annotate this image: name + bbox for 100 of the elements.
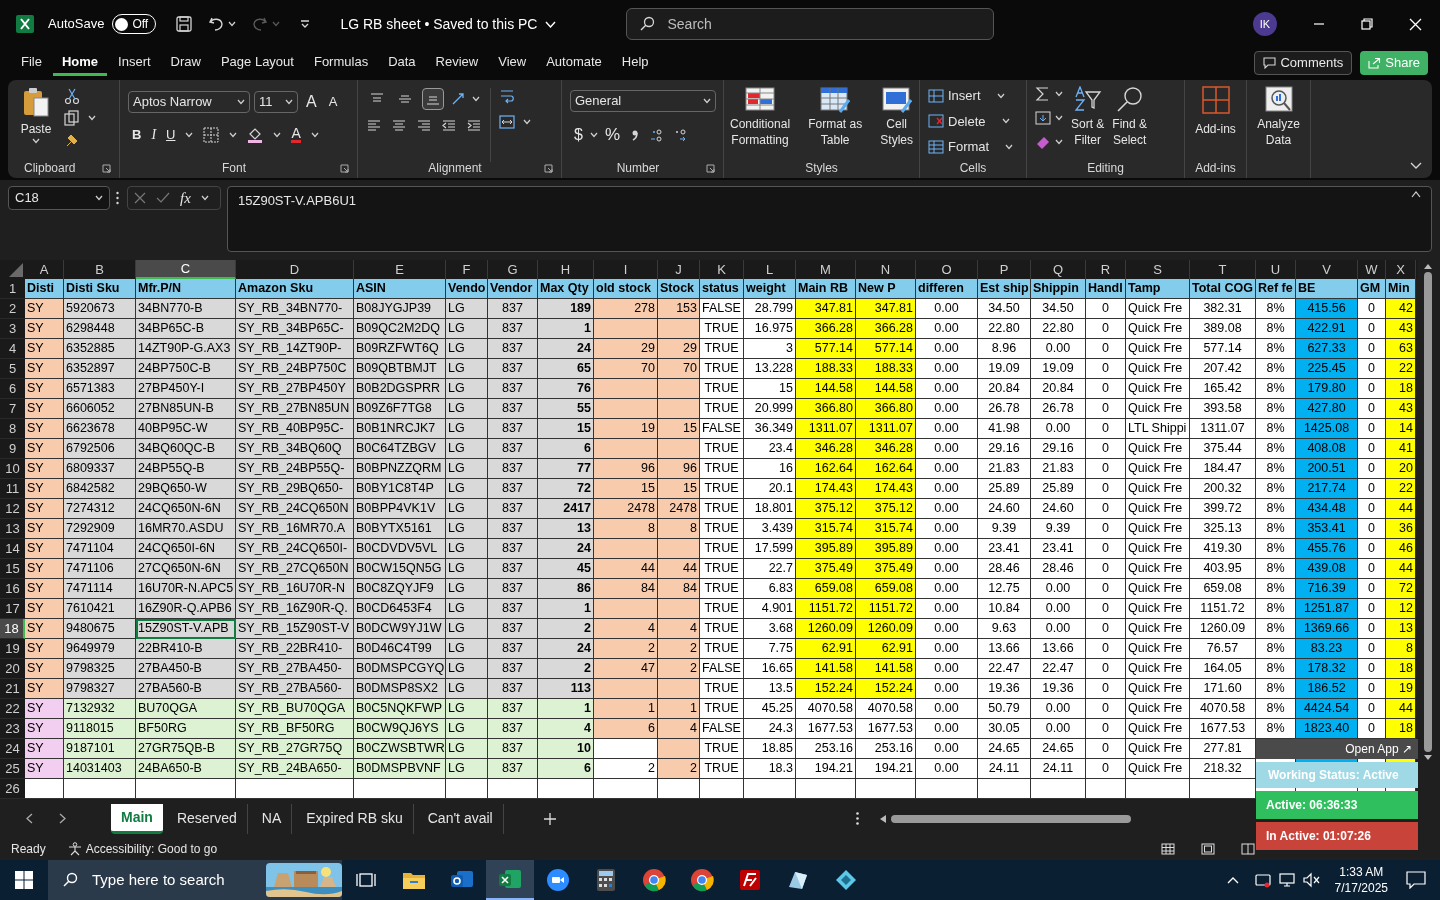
styles-button[interactable]: Cell Styles [878, 86, 915, 162]
add-ins-button[interactable]: Add-ins [1195, 86, 1236, 162]
row-header[interactable]: 9 [0, 439, 25, 459]
italic-button[interactable]: I [151, 124, 157, 145]
open-app-link[interactable]: Open App ↗ [1256, 739, 1418, 759]
table-cell: B0BPP4VK1V [354, 499, 446, 519]
table-cell: 41.98 [978, 419, 1031, 439]
cells-button[interactable]: Format [948, 137, 990, 157]
paste-button[interactable]: Paste [16, 86, 56, 162]
menu-tab[interactable]: File [12, 50, 51, 76]
editing-button[interactable]: Sort & Filter [1071, 86, 1105, 162]
sheet-tab[interactable]: Reserved [166, 803, 248, 834]
cells-button[interactable]: Delete [948, 111, 986, 131]
clock-time[interactable]: 1:33 AM [1339, 864, 1384, 880]
row-header[interactable]: 20 [0, 659, 25, 679]
sheet-tab[interactable]: Main [111, 803, 163, 834]
table-cell: 45.25 [744, 699, 796, 719]
row-header[interactable]: 16 [0, 579, 25, 599]
decrease-font-button[interactable]: A [324, 92, 342, 112]
row-header[interactable]: 7 [0, 399, 25, 419]
accessibility-status[interactable]: Accessibility: Good to go [85, 840, 218, 858]
table-cell: B0CDVDV5VL [354, 539, 446, 559]
header-cell: Min [1386, 279, 1416, 299]
row-header[interactable]: 3 [0, 319, 25, 339]
table-cell: 9.39 [1031, 519, 1086, 539]
clock-date[interactable]: 7/17/2025 [1334, 880, 1388, 896]
table-cell: 3.439 [744, 519, 796, 539]
column-header[interactable]: C [136, 260, 236, 279]
number-format-field[interactable]: General [570, 90, 716, 112]
row-header[interactable]: 25 [0, 759, 25, 779]
table-cell: 24.60 [978, 499, 1031, 519]
row-header[interactable]: 13 [0, 519, 25, 539]
comments-button[interactable]: Comments [1254, 51, 1353, 75]
styles-button[interactable]: Conditional Formatting [728, 86, 793, 162]
row-header[interactable]: 12 [0, 499, 25, 519]
row-header[interactable]: 2 [0, 299, 25, 319]
analyze-data-button[interactable]: Analyze Data [1251, 86, 1306, 148]
row-header[interactable]: 22 [0, 699, 25, 719]
table-cell: 16.975 [744, 319, 796, 339]
table-cell: 0 [1086, 539, 1126, 559]
row-header[interactable]: 21 [0, 679, 25, 699]
name-box[interactable]: C18 [8, 186, 110, 210]
table-cell: 19.09 [1031, 359, 1086, 379]
underline-button[interactable]: U [166, 124, 176, 145]
taskbar-search-field[interactable]: Type here to search [48, 860, 342, 900]
table-cell: 0.00 [1031, 619, 1086, 639]
table-cell[interactable]: 15Z90ST-V.APB [136, 619, 236, 639]
sheet-tab[interactable]: Expired RB sku [296, 803, 414, 834]
row-header[interactable]: 10 [0, 459, 25, 479]
table-cell: 13.228 [744, 359, 796, 379]
row-header[interactable]: 15 [0, 559, 25, 579]
row-header[interactable]: 26 [0, 779, 25, 799]
user-avatar[interactable]: IK [1253, 12, 1277, 36]
row-header[interactable]: 8 [0, 419, 25, 439]
menu-tab[interactable]: Formulas [304, 50, 378, 76]
editing-button[interactable]: Find & Select [1112, 86, 1148, 162]
font-name-field[interactable]: Aptos Narrow [128, 91, 250, 113]
table-cell: 27BA560-B [136, 679, 236, 699]
cells-button[interactable]: Insert [948, 86, 981, 106]
insert-function-button[interactable]: fx [180, 186, 191, 210]
row-header[interactable]: 24 [0, 739, 25, 759]
table-cell: 6.83 [744, 579, 796, 599]
font-size-field[interactable]: 11 [254, 91, 298, 113]
increase-font-button[interactable]: A [302, 90, 321, 114]
table-cell: 0.00 [916, 319, 978, 339]
row-header[interactable]: 4 [0, 339, 25, 359]
table-cell: 837 [488, 519, 538, 539]
menu-tab[interactable]: Draw [161, 50, 210, 76]
styles-button[interactable]: Format as Table [806, 86, 865, 162]
row-header[interactable]: 1 [0, 279, 25, 299]
table-cell: 19.36 [1031, 679, 1086, 699]
table-cell: 837 [488, 419, 538, 439]
row-header[interactable]: 5 [0, 359, 25, 379]
row-header[interactable]: 6 [0, 379, 25, 399]
menu-tab[interactable]: Data [379, 50, 425, 76]
row-header[interactable]: 23 [0, 719, 25, 739]
search-input[interactable]: Search [667, 13, 968, 35]
row-header[interactable]: 18 [0, 619, 25, 639]
menu-tab[interactable]: Page Layout [211, 50, 303, 76]
menu-tab[interactable]: Help [612, 50, 658, 76]
formula-input-field[interactable]: 15Z90ST-V.APB6U1 [227, 186, 1432, 252]
table-cell: B0CW9QJ6YS [354, 719, 446, 739]
row-header[interactable]: 11 [0, 479, 25, 499]
table-cell: Quick Fre [1126, 579, 1190, 599]
font-color-button[interactable]: A [291, 126, 301, 143]
table-cell: 43 [1386, 399, 1416, 419]
row-header[interactable]: 19 [0, 639, 25, 659]
row-header[interactable]: 17 [0, 599, 25, 619]
menu-tab[interactable]: Review [426, 50, 488, 76]
bold-button[interactable]: B [132, 124, 142, 145]
percent-button[interactable]: % [604, 122, 621, 148]
sheet-tab[interactable]: Can't avail [417, 803, 504, 834]
menu-tab[interactable]: View [489, 50, 536, 76]
row-header[interactable]: 14 [0, 539, 25, 559]
taskbar-search-input[interactable]: Type here to search [92, 868, 252, 892]
search-field[interactable]: Search [626, 8, 995, 40]
currency-button[interactable]: $ [574, 122, 583, 147]
menu-tab[interactable]: Automate [537, 50, 611, 76]
menu-tab[interactable]: Insert [109, 50, 160, 76]
sheet-tab[interactable]: NA [251, 803, 293, 834]
